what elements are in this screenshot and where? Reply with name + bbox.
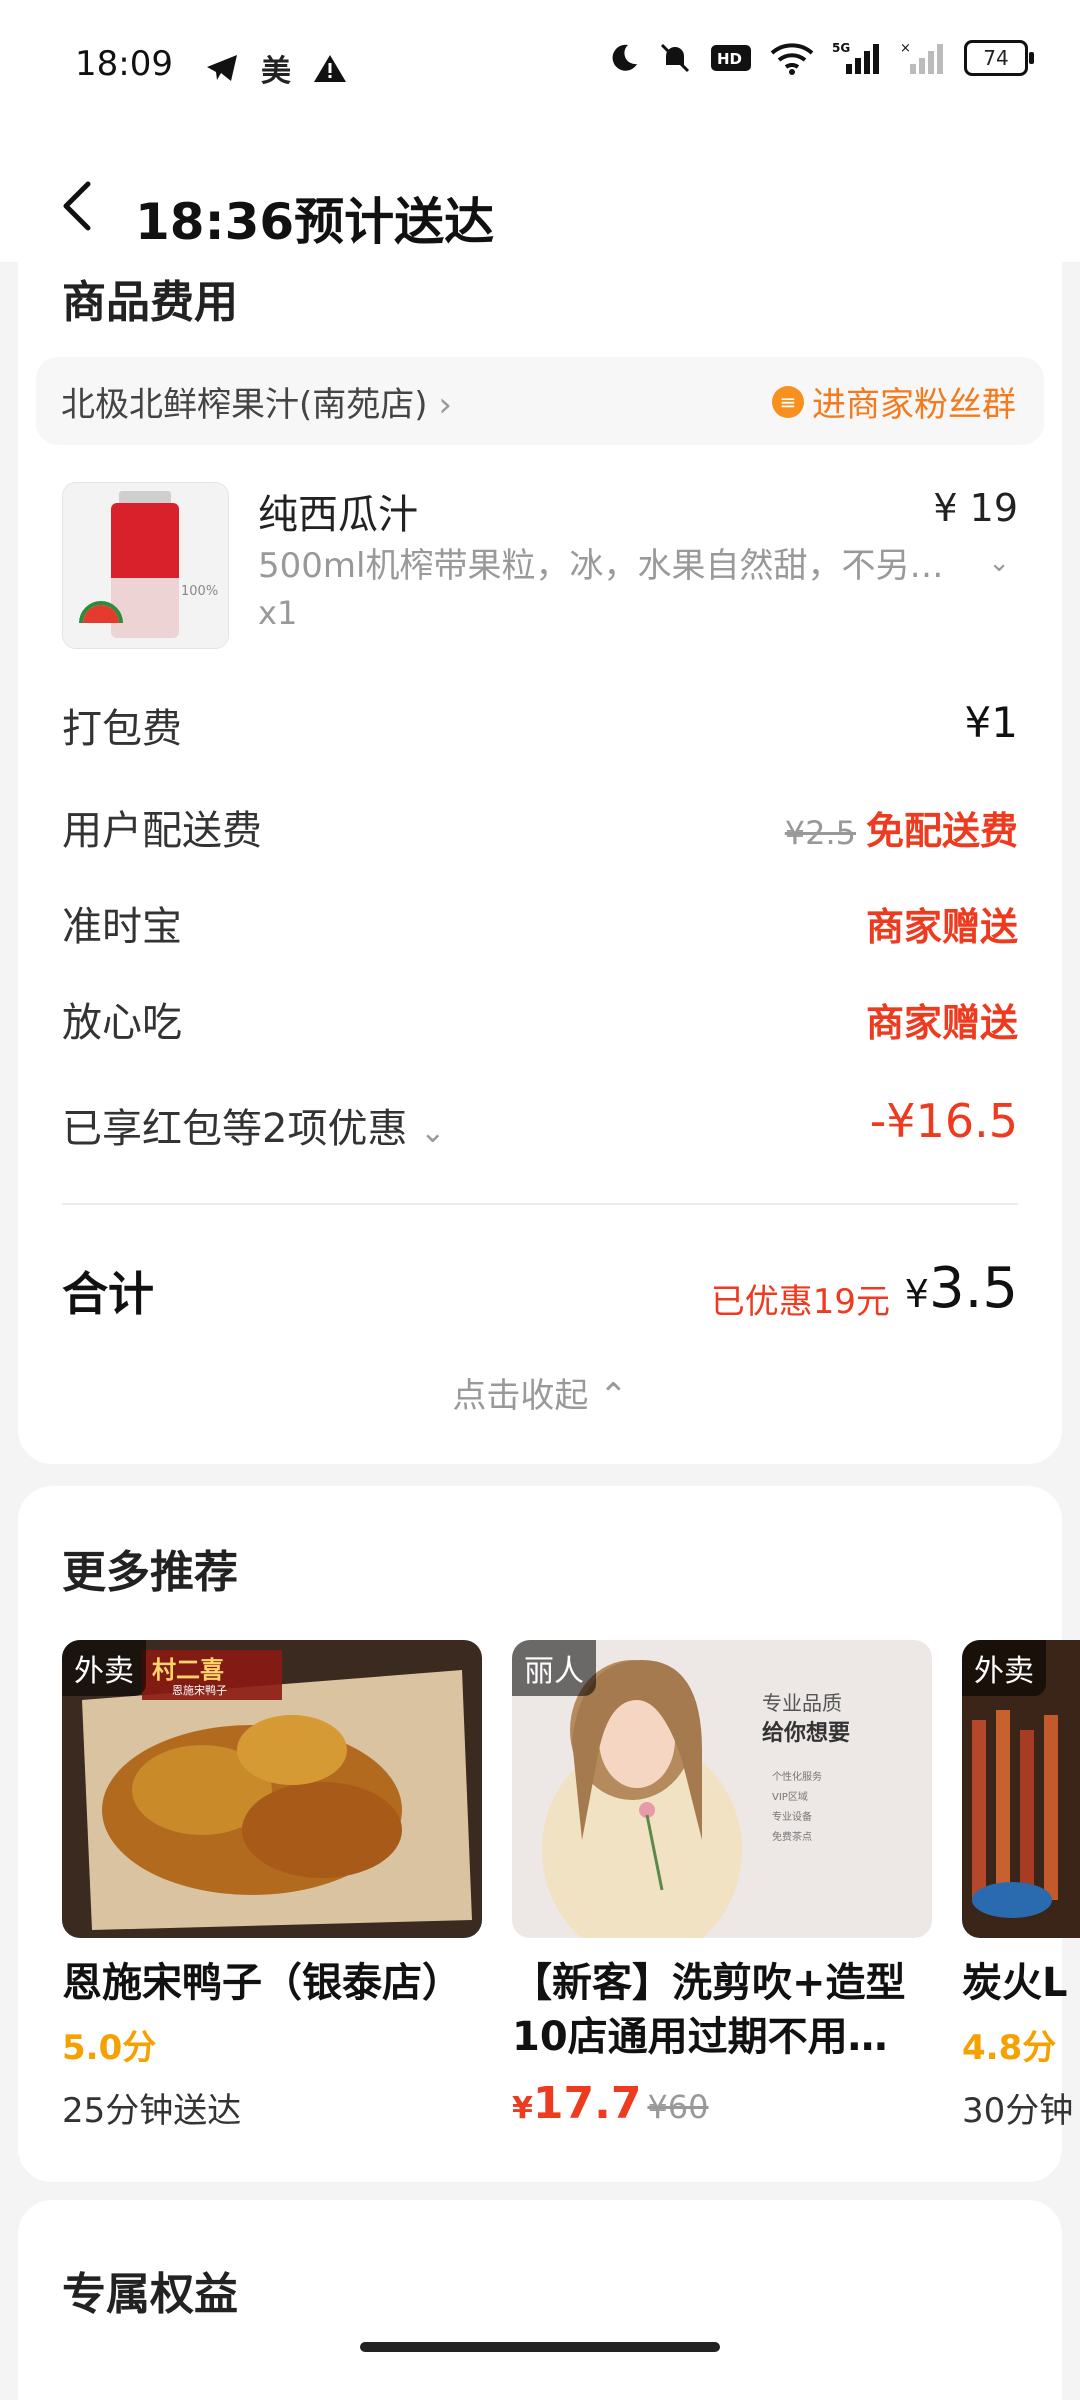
- svg-text:VIP区域: VIP区域: [772, 1790, 808, 1803]
- recommend-name: 【新客】洗剪吹+造型10店通用过期不用…: [512, 1960, 906, 2060]
- recommend-score: 4.8分: [962, 2028, 1057, 2068]
- back-arrow-icon[interactable]: [58, 178, 98, 234]
- safe-eat-label: 放心吃: [62, 1000, 182, 1046]
- product-image[interactable]: 100%: [62, 482, 229, 649]
- recommend-eta: 25分钟送达: [62, 2091, 242, 2131]
- fee-section-title: 商品费用: [62, 277, 238, 328]
- ontime-label: 准时宝: [62, 904, 182, 950]
- battery-icon: 74: [964, 40, 1034, 76]
- divider: [62, 1203, 1018, 1205]
- packing-fee-value: ¥1: [964, 698, 1018, 747]
- chevron-right-icon: ›: [438, 385, 452, 425]
- recommend-price: ¥17.7 ¥60: [512, 2078, 709, 2129]
- benefits-title: 专属权益: [62, 2269, 238, 2320]
- discount-row[interactable]: 已享红包等2项优惠 ⌄: [62, 1096, 445, 1154]
- total-label: 合计: [62, 1267, 154, 1321]
- collapse-button[interactable]: 点击收起 ⌃: [0, 1368, 1080, 1417]
- svg-text:给你想要: 给你想要: [762, 1720, 850, 1746]
- chevron-down-icon: ⌄: [420, 1115, 446, 1150]
- svg-text:5G: 5G: [832, 41, 850, 55]
- recommend-eta: 30分钟: [962, 2091, 1074, 2131]
- status-time: 18:09: [75, 44, 173, 84]
- svg-text:恩施宋鸭子: 恩施宋鸭子: [172, 1683, 227, 1697]
- warning-icon: [314, 55, 346, 82]
- recommend-image[interactable]: 外卖: [962, 1640, 1080, 1938]
- svg-text:HD: HD: [717, 50, 742, 68]
- fan-group-link[interactable]: ≡ 进商家粉丝群: [772, 377, 1016, 426]
- svg-text:个性化服务: 个性化服务: [772, 1770, 822, 1783]
- recommend-item[interactable]: 专业品质 给你想要 个性化服务 VIP区域 专业设备 免费茶点 丽人 【新客】洗…: [512, 1640, 932, 2129]
- page-title: 18:36预计送达: [135, 193, 495, 251]
- chevron-down-icon[interactable]: ⌄: [988, 548, 1010, 578]
- category-tag: 外卖: [962, 1640, 1046, 1696]
- product-quantity: x1: [258, 594, 298, 632]
- top-bar: 18:09 美 HD 5G × 74 18:36预计送达: [0, 0, 1080, 262]
- svg-text:×: ×: [900, 41, 911, 56]
- svg-text:专业品质: 专业品质: [762, 1691, 842, 1715]
- delivery-fee-label: 用户配送费: [62, 808, 262, 854]
- product-price: ¥ 19: [933, 486, 1018, 530]
- shop-name[interactable]: 北极北鲜榨果汁(南苑店) ›: [61, 377, 452, 426]
- recommend-item[interactable]: 村二喜 恩施宋鸭子 外卖 恩施宋鸭子（银泰店） 5.0分 25分钟送达: [62, 1640, 482, 2132]
- status-left-icons: 美: [205, 46, 347, 90]
- recommend-item[interactable]: 外卖 炭火L 4.8分 30分钟: [962, 1640, 1080, 2132]
- product-description: 500ml机榨带果粒，冰，水果自然甜，不另…: [258, 546, 944, 586]
- svg-text:村二喜: 村二喜: [152, 1656, 224, 1684]
- hd-icon: HD: [711, 45, 751, 71]
- chat-icon: ≡: [772, 385, 804, 418]
- safe-eat-value: 商家赠送: [865, 1001, 1018, 1045]
- svg-text:专业设备: 专业设备: [772, 1810, 812, 1823]
- chevron-up-icon: ⌃: [599, 1376, 628, 1416]
- free-delivery-text: 免配送费: [865, 809, 1018, 853]
- recommend-title: 更多推荐: [62, 1547, 238, 1598]
- category-tag: 丽人: [512, 1640, 596, 1696]
- recommend-score: 5.0分: [62, 2028, 157, 2068]
- telegram-icon: [207, 55, 237, 81]
- signal-5g-icon: 5G: [832, 41, 879, 74]
- svg-text:100%: 100%: [181, 584, 218, 599]
- status-right-icons: HD 5G × 74: [608, 40, 1034, 76]
- recommend-image[interactable]: 村二喜 恩施宋鸭子 外卖: [62, 1640, 482, 1938]
- product-name: 纯西瓜汁: [258, 492, 418, 538]
- moon-icon: [612, 44, 637, 71]
- ontime-value: 商家赠送: [865, 905, 1018, 949]
- total-amount: ¥3.5: [904, 1256, 1018, 1321]
- category-tag: 外卖: [62, 1640, 146, 1696]
- home-indicator[interactable]: [360, 2342, 720, 2352]
- discount-value: -¥16.5: [869, 1094, 1018, 1148]
- shop-strip[interactable]: 北极北鲜榨果汁(南苑店) › ≡ 进商家粉丝群: [36, 357, 1044, 445]
- mute-icon: [660, 43, 690, 73]
- svg-text:免费茶点: 免费茶点: [772, 1830, 812, 1843]
- packing-fee-label: 打包费: [62, 706, 182, 752]
- saved-amount: 已优惠19元: [710, 1282, 890, 1322]
- recommend-name: 炭火L: [962, 1960, 1068, 2006]
- recommend-name: 恩施宋鸭子（银泰店）: [62, 1960, 462, 2006]
- meituan-icon: 美: [261, 54, 291, 89]
- delivery-fee-original: ¥2.5: [784, 814, 856, 852]
- signal-sim2-icon: ×: [900, 41, 943, 74]
- wifi-icon: [770, 43, 814, 75]
- recommend-image[interactable]: 专业品质 给你想要 个性化服务 VIP区域 专业设备 免费茶点 丽人: [512, 1640, 932, 1938]
- delivery-fee-value: ¥2.5 免配送费: [785, 800, 1018, 855]
